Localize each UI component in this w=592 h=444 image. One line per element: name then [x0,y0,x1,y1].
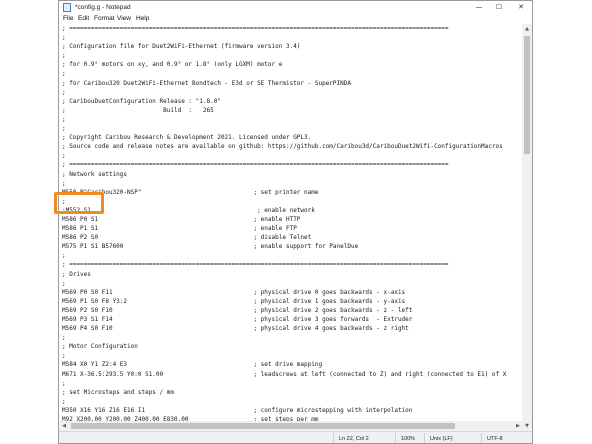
menu-help[interactable]: Help [136,14,149,24]
text-line[interactable]: ; [62,69,506,78]
text-line[interactable]: ; [62,179,506,188]
notepad-icon [63,3,71,12]
text-line[interactable]: M671 X-36.5:293.5 Y0:0 S1.00 ; leadscrew… [62,370,506,379]
horizontal-scroll-thumb[interactable] [71,423,455,429]
menu-view[interactable]: View [117,14,131,24]
text-line[interactable]: M569 P0 S0 F11 ; physical drive 0 goes b… [62,288,506,297]
window-title: *config.g - Notepad [75,4,131,11]
menu-edit[interactable]: Edit [78,14,89,24]
text-line[interactable]: ; for Caribou320 Duet2WiFi-Ethernet Bond… [62,79,506,88]
text-line[interactable]: ; ======================================… [62,160,506,169]
text-line[interactable]: ;M552 S1 ; enable network [62,206,506,215]
close-button[interactable]: ✕ [512,1,530,14]
scroll-down-icon[interactable]: ▼ [522,421,532,431]
highlight-box [54,192,104,214]
text-line[interactable]: ; [62,88,506,97]
text-line[interactable]: ; Motor Configuration [62,342,506,351]
scroll-up-icon[interactable]: ▲ [522,24,532,34]
text-line[interactable]: ; Configuration file for Duet2WiFi-Ether… [62,42,506,51]
minimize-button[interactable]: — [470,1,488,14]
zoom-level: 100% [401,436,416,442]
text-line[interactable]: M575 P1 S1 B57600 ; enable support for P… [62,242,506,251]
text-line[interactable]: M569 P1 S0 F8 Y3:2 ; physical drive 1 go… [62,297,506,306]
text-line[interactable]: ; set Microsteps and steps / mm [62,388,506,397]
text-line[interactable]: M569 P4 S0 F10 ; physical drive 4 goes b… [62,324,506,333]
text-line[interactable]: M584 X0 Y1 Z2:4 E3 ; set drive mapping [62,360,506,369]
text-line[interactable]: ; Source code and release notes are avai… [62,142,506,151]
text-line[interactable]: ; [62,197,506,206]
text-line[interactable]: ; [62,379,506,388]
vertical-scrollbar[interactable]: ▲ ▼ [522,24,532,431]
text-line[interactable]: M569 P3 S1 F14 ; physical drive 3 goes f… [62,315,506,324]
text-line[interactable]: ; [62,33,506,42]
text-line[interactable]: ; [62,333,506,342]
status-divider [424,433,425,443]
text-line[interactable]: M586 P2 S0 ; disable Telnet [62,233,506,242]
status-bar: Ln 22, Col 2 100% Unix (LF) UTF-8 [59,431,532,443]
maximize-button[interactable]: ☐ [490,1,508,14]
text-line[interactable]: ; Drives [62,270,506,279]
status-divider [395,433,396,443]
text-line[interactable]: ; [62,151,506,160]
text-editor[interactable]: ; ======================================… [59,24,523,431]
text-line[interactable]: ; ======================================… [62,24,506,33]
text-line[interactable]: ; [62,115,506,124]
menu-file[interactable]: File [63,14,73,24]
line-ending: Unix (LF) [430,436,453,442]
notepad-window: *config.g - Notepad — ☐ ✕ File Edit Form… [58,0,533,444]
status-divider [481,433,482,443]
text-line[interactable]: ; [62,351,506,360]
title-bar[interactable]: *config.g - Notepad — ☐ ✕ [59,1,532,14]
text-line[interactable]: M586 P1 S1 ; enable FTP [62,224,506,233]
text-line[interactable]: ; CaribouDuetConfiguration Release : "1.… [62,97,506,106]
vertical-scroll-thumb[interactable] [524,36,530,154]
text-line[interactable]: ; Network settings [62,170,506,179]
text-line[interactable]: M586 P0 S1 ; enable HTTP [62,215,506,224]
text-line[interactable]: M350 X16 Y16 Z16 E16 I1 ; configure micr… [62,406,506,415]
text-line[interactable]: ; Copyright Caribou Research & Developme… [62,133,506,142]
text-line[interactable]: ; for 0.9° motors on xy, and 0.9° or 1.8… [62,60,506,69]
text-line[interactable]: ; Build : 265 [62,106,506,115]
text-line[interactable]: M569 P2 S0 F10 ; physical drive 2 goes b… [62,306,506,315]
horizontal-scrollbar[interactable]: ◀ ▶ [59,421,523,431]
scroll-left-icon[interactable]: ◀ [59,421,69,431]
text-line[interactable]: ; [62,51,506,60]
status-divider [333,433,334,443]
text-line[interactable]: ; ======================================… [62,260,506,269]
editor-text[interactable]: ; ======================================… [62,24,506,431]
encoding: UTF-8 [487,436,503,442]
scroll-right-icon[interactable]: ▶ [513,421,523,431]
text-line[interactable]: ; [62,124,506,133]
menu-format[interactable]: Format [94,14,115,24]
text-line[interactable]: M550 P"Caribou320-NSP" ; set printer nam… [62,188,506,197]
menu-bar: File Edit Format View Help [59,14,532,24]
text-line[interactable]: ; [62,397,506,406]
cursor-position: Ln 22, Col 2 [339,436,369,442]
text-line[interactable]: ; [62,279,506,288]
text-line[interactable]: ; [62,251,506,260]
